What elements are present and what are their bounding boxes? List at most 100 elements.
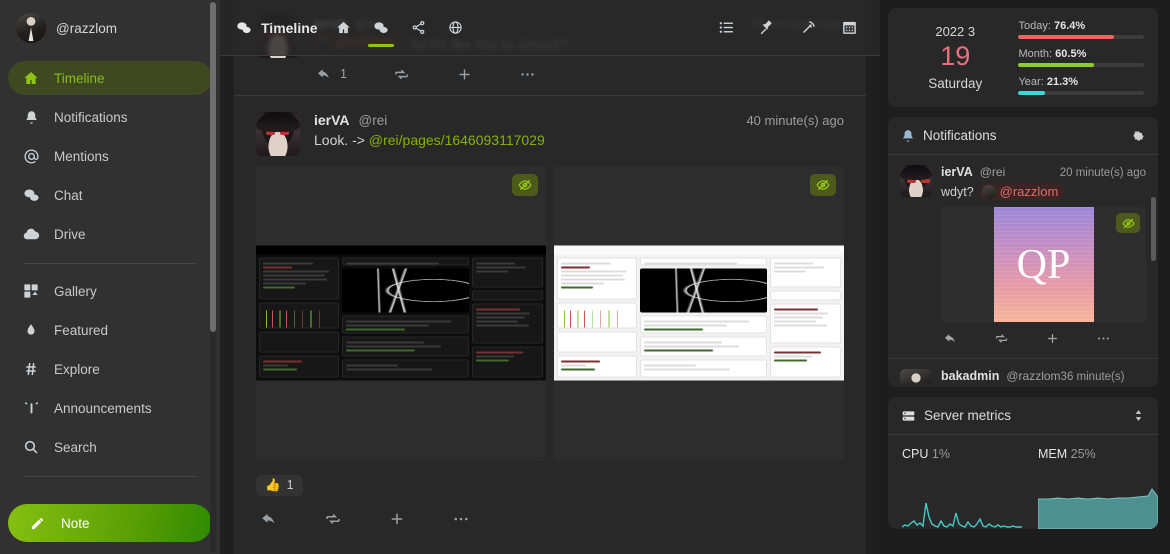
server-icon: [901, 409, 916, 423]
sidebar-scrollbar-thumb[interactable]: [210, 2, 216, 332]
add-reaction-icon[interactable]: [1045, 331, 1060, 346]
server-metrics-header: Server metrics: [888, 397, 1158, 435]
author-name: ierVA: [941, 165, 973, 179]
notification-item[interactable]: ierVA @rei 20 minute(s) ago wdyt? @razzl…: [888, 155, 1158, 359]
calendar-icon[interactable]: [841, 19, 858, 36]
reply-icon[interactable]: [260, 510, 278, 528]
timestamp: 36 minute(s) ago: [1060, 371, 1125, 383]
sidebar-item-notifications[interactable]: Notifications: [8, 100, 212, 134]
cpu-chart: [902, 483, 1022, 529]
notifications-list: ierVA @rei 20 minute(s) ago wdyt? @razzl…: [888, 155, 1158, 383]
calendar-year-month: 2022 3: [935, 24, 976, 39]
tab-social[interactable]: [373, 0, 389, 56]
sidebar-item-gallery[interactable]: Gallery: [8, 274, 212, 308]
author-name: bakadmin: [941, 369, 1000, 383]
qp-image: QP: [993, 207, 1094, 322]
notification-actions: [941, 322, 1146, 348]
media-thumbnail-light[interactable]: [554, 165, 844, 461]
server-metrics-title: Server metrics: [924, 408, 1012, 423]
progress-value: 21.3%: [1046, 76, 1079, 88]
sidebar-scroll-area: @razzlom Timeline Notifications Mentions: [0, 0, 220, 496]
post: ierVA @rei 40 minute(s) ago Look. -> @re…: [234, 96, 866, 542]
updown-icon[interactable]: [1132, 408, 1145, 423]
sidebar-item-mentions[interactable]: Mentions: [8, 139, 212, 173]
tab-home[interactable]: [336, 0, 351, 56]
post-link[interactable]: @rei/pages/1646093117029: [369, 132, 545, 148]
timeline-tabs: [336, 0, 463, 56]
author-handle: @rei: [979, 165, 1006, 179]
timestamp: 40 minute(s) ago: [746, 112, 844, 128]
progress-month: Month: 60.5%: [1018, 48, 1144, 67]
reaction-thumbsup[interactable]: 👍 1: [256, 474, 303, 496]
notifications-widget-header: Notifications: [888, 117, 1158, 155]
gallery-icon: [22, 283, 40, 299]
sidebar-item-timeline[interactable]: Timeline: [8, 61, 212, 95]
post-text: Look. -> @rei/pages/1646093117029: [314, 132, 844, 148]
more-icon[interactable]: [519, 66, 536, 83]
mention-handle: @razzlom: [999, 184, 1059, 199]
qp-image-text: QP: [1016, 241, 1071, 288]
reaction-emoji: 👍: [265, 477, 281, 492]
renote-icon[interactable]: [994, 331, 1009, 346]
post-author-row: ierVA @rei 40 minute(s) ago: [314, 112, 844, 128]
sidebar-item-search[interactable]: Search: [8, 430, 212, 464]
topbar-actions: [718, 19, 880, 36]
sidebar-item-chat[interactable]: Chat: [8, 178, 212, 212]
mention-chip[interactable]: @razzlom: [978, 183, 1066, 200]
post-partial-actions: 1: [314, 66, 844, 83]
sidebar-item-label: Notifications: [54, 109, 128, 125]
note-button[interactable]: Note: [8, 504, 212, 542]
renote-icon[interactable]: [324, 510, 342, 528]
mem-label: MEM: [1038, 447, 1068, 461]
avatar[interactable]: [256, 111, 300, 156]
more-icon[interactable]: [1096, 331, 1111, 346]
notification-text: wdyt? @razzlom: [941, 183, 1146, 200]
post-list: ierVA @rei 38 minute(s) ago @razzlom So …: [234, 0, 866, 554]
reply-icon[interactable]: [943, 331, 958, 346]
tab-share[interactable]: [411, 0, 426, 56]
sidebar-item-label: Search: [54, 439, 97, 455]
chat-bubbles-icon: [236, 20, 252, 36]
mem-value: 25%: [1070, 447, 1096, 461]
cpu-value: 1%: [931, 447, 950, 461]
antenna-icon[interactable]: [800, 19, 817, 36]
eye-off-icon[interactable]: [810, 173, 836, 196]
chat-bubbles-icon: [22, 187, 40, 204]
notifications-scrollbar-thumb[interactable]: [1151, 197, 1156, 261]
sidebar-item-label: Featured: [54, 322, 109, 338]
progress-label: Today:: [1018, 20, 1051, 32]
pin-icon[interactable]: [759, 19, 776, 36]
reply-icon[interactable]: 1: [316, 66, 347, 82]
mention-avatar: [981, 184, 996, 199]
add-reaction-icon[interactable]: [456, 66, 473, 83]
server-metrics-body: CPU 1% MEM 25%: [888, 435, 1158, 529]
progress-label: Year:: [1018, 76, 1044, 88]
sidebar-item-explore[interactable]: Explore: [8, 352, 212, 386]
sidebar-item-drive[interactable]: Drive: [8, 217, 212, 251]
notification-header: ierVA @rei 20 minute(s) ago: [941, 165, 1146, 179]
reply-count: 1: [340, 67, 347, 81]
media-thumbnail-dark[interactable]: [256, 165, 546, 461]
list-icon[interactable]: [718, 19, 735, 36]
sidebar-item-featured[interactable]: Featured: [8, 313, 212, 347]
add-reaction-icon[interactable]: [388, 510, 406, 528]
tab-global[interactable]: [448, 0, 463, 56]
progress-year: Year: 21.3%: [1018, 76, 1144, 95]
more-icon[interactable]: [452, 510, 470, 528]
notification-item[interactable]: bakadmin @razzlom 36 minute(s) ago @rei: [888, 359, 1158, 383]
page-title-label: Timeline: [261, 19, 318, 36]
eye-off-icon[interactable]: [512, 173, 538, 196]
account-row[interactable]: @razzlom: [8, 0, 212, 56]
widget-column: 2022 3 19 Saturday Today: 76.4% Month: 6…: [880, 0, 1170, 554]
sidebar-item-announcements[interactable]: Announcements: [8, 391, 212, 425]
calendar-widget: 2022 3 19 Saturday Today: 76.4% Month: 6…: [888, 8, 1158, 107]
post-reactions: 👍 1: [256, 474, 844, 496]
notification-media[interactable]: QP: [941, 207, 1146, 322]
renote-icon[interactable]: [393, 66, 410, 83]
sidebar-item-label: Announcements: [54, 400, 152, 416]
progress-label: Month:: [1018, 48, 1053, 60]
cloud-icon: [22, 225, 40, 243]
gear-icon[interactable]: [1130, 128, 1145, 143]
eye-off-icon[interactable]: [1116, 213, 1140, 233]
notifications-widget: Notifications ierVA @rei 20 minute(s) ag…: [888, 117, 1158, 387]
